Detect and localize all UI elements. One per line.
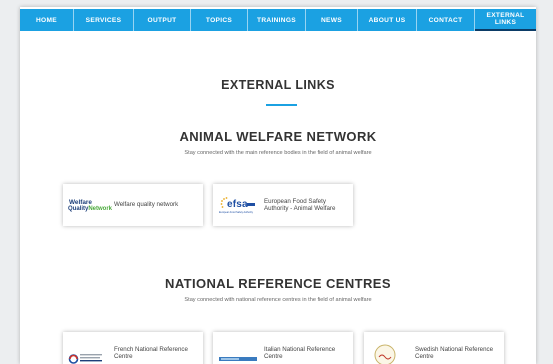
welfare-quality-logo: Welfare QualityNetwork bbox=[68, 199, 113, 212]
nav-topics[interactable]: Topics bbox=[191, 9, 248, 31]
card-swedish-centre[interactable]: Swedish National Reference Centre bbox=[364, 332, 504, 364]
card-label: Swedish National Reference Centre bbox=[415, 345, 494, 360]
nav-home[interactable]: Home bbox=[20, 9, 74, 31]
swedish-centre-seal-icon bbox=[374, 344, 396, 364]
efsa-logo: efsa European Food Safety Authority bbox=[218, 193, 258, 217]
swedish-centre-logo bbox=[369, 341, 409, 364]
page-title: EXTERNAL LINKS bbox=[221, 78, 335, 92]
nav-external-links[interactable]: External Links bbox=[475, 9, 536, 31]
card-label: French National Reference Centre bbox=[114, 345, 188, 360]
national-centres-subtitle: Stay connected with national reference c… bbox=[184, 297, 372, 303]
nav-trainings[interactable]: Trainings bbox=[248, 9, 306, 31]
animal-welfare-subtitle: Stay connected with the main reference b… bbox=[184, 150, 372, 156]
french-centre-emblem-icon bbox=[68, 354, 102, 364]
card-italian-centre[interactable]: Italian National Reference Centre bbox=[213, 332, 353, 364]
national-centres-title: NATIONAL REFERENCE CENTRES bbox=[165, 276, 391, 291]
nav-output[interactable]: Output bbox=[134, 9, 191, 31]
nav-about-us[interactable]: About us bbox=[358, 9, 417, 31]
french-centre-logo bbox=[68, 341, 108, 364]
main-nav: Home Services Output Topics Trainings Ne… bbox=[20, 9, 536, 31]
nav-news[interactable]: News bbox=[306, 9, 358, 31]
italian-centre-logo bbox=[218, 341, 258, 364]
italian-centre-banner-icon bbox=[219, 357, 257, 361]
page-container: Home Services Output Topics Trainings Ne… bbox=[20, 7, 536, 364]
nav-contact[interactable]: Contact bbox=[417, 9, 475, 31]
nav-services[interactable]: Services bbox=[74, 9, 134, 31]
title-divider bbox=[266, 104, 297, 106]
card-label: European Food Safety Authority - Animal … bbox=[264, 197, 336, 212]
animal-welfare-title: ANIMAL WELFARE NETWORK bbox=[179, 129, 377, 144]
card-label: Italian National Reference Centre bbox=[264, 345, 336, 360]
card-french-centre[interactable]: French National Reference Centre bbox=[63, 332, 203, 364]
card-efsa[interactable]: efsa European Food Safety Authority Euro… bbox=[213, 184, 353, 226]
card-welfare-quality[interactable]: Welfare QualityNetwork Welfare quality n… bbox=[63, 184, 203, 226]
card-label: Welfare quality network bbox=[114, 201, 179, 209]
